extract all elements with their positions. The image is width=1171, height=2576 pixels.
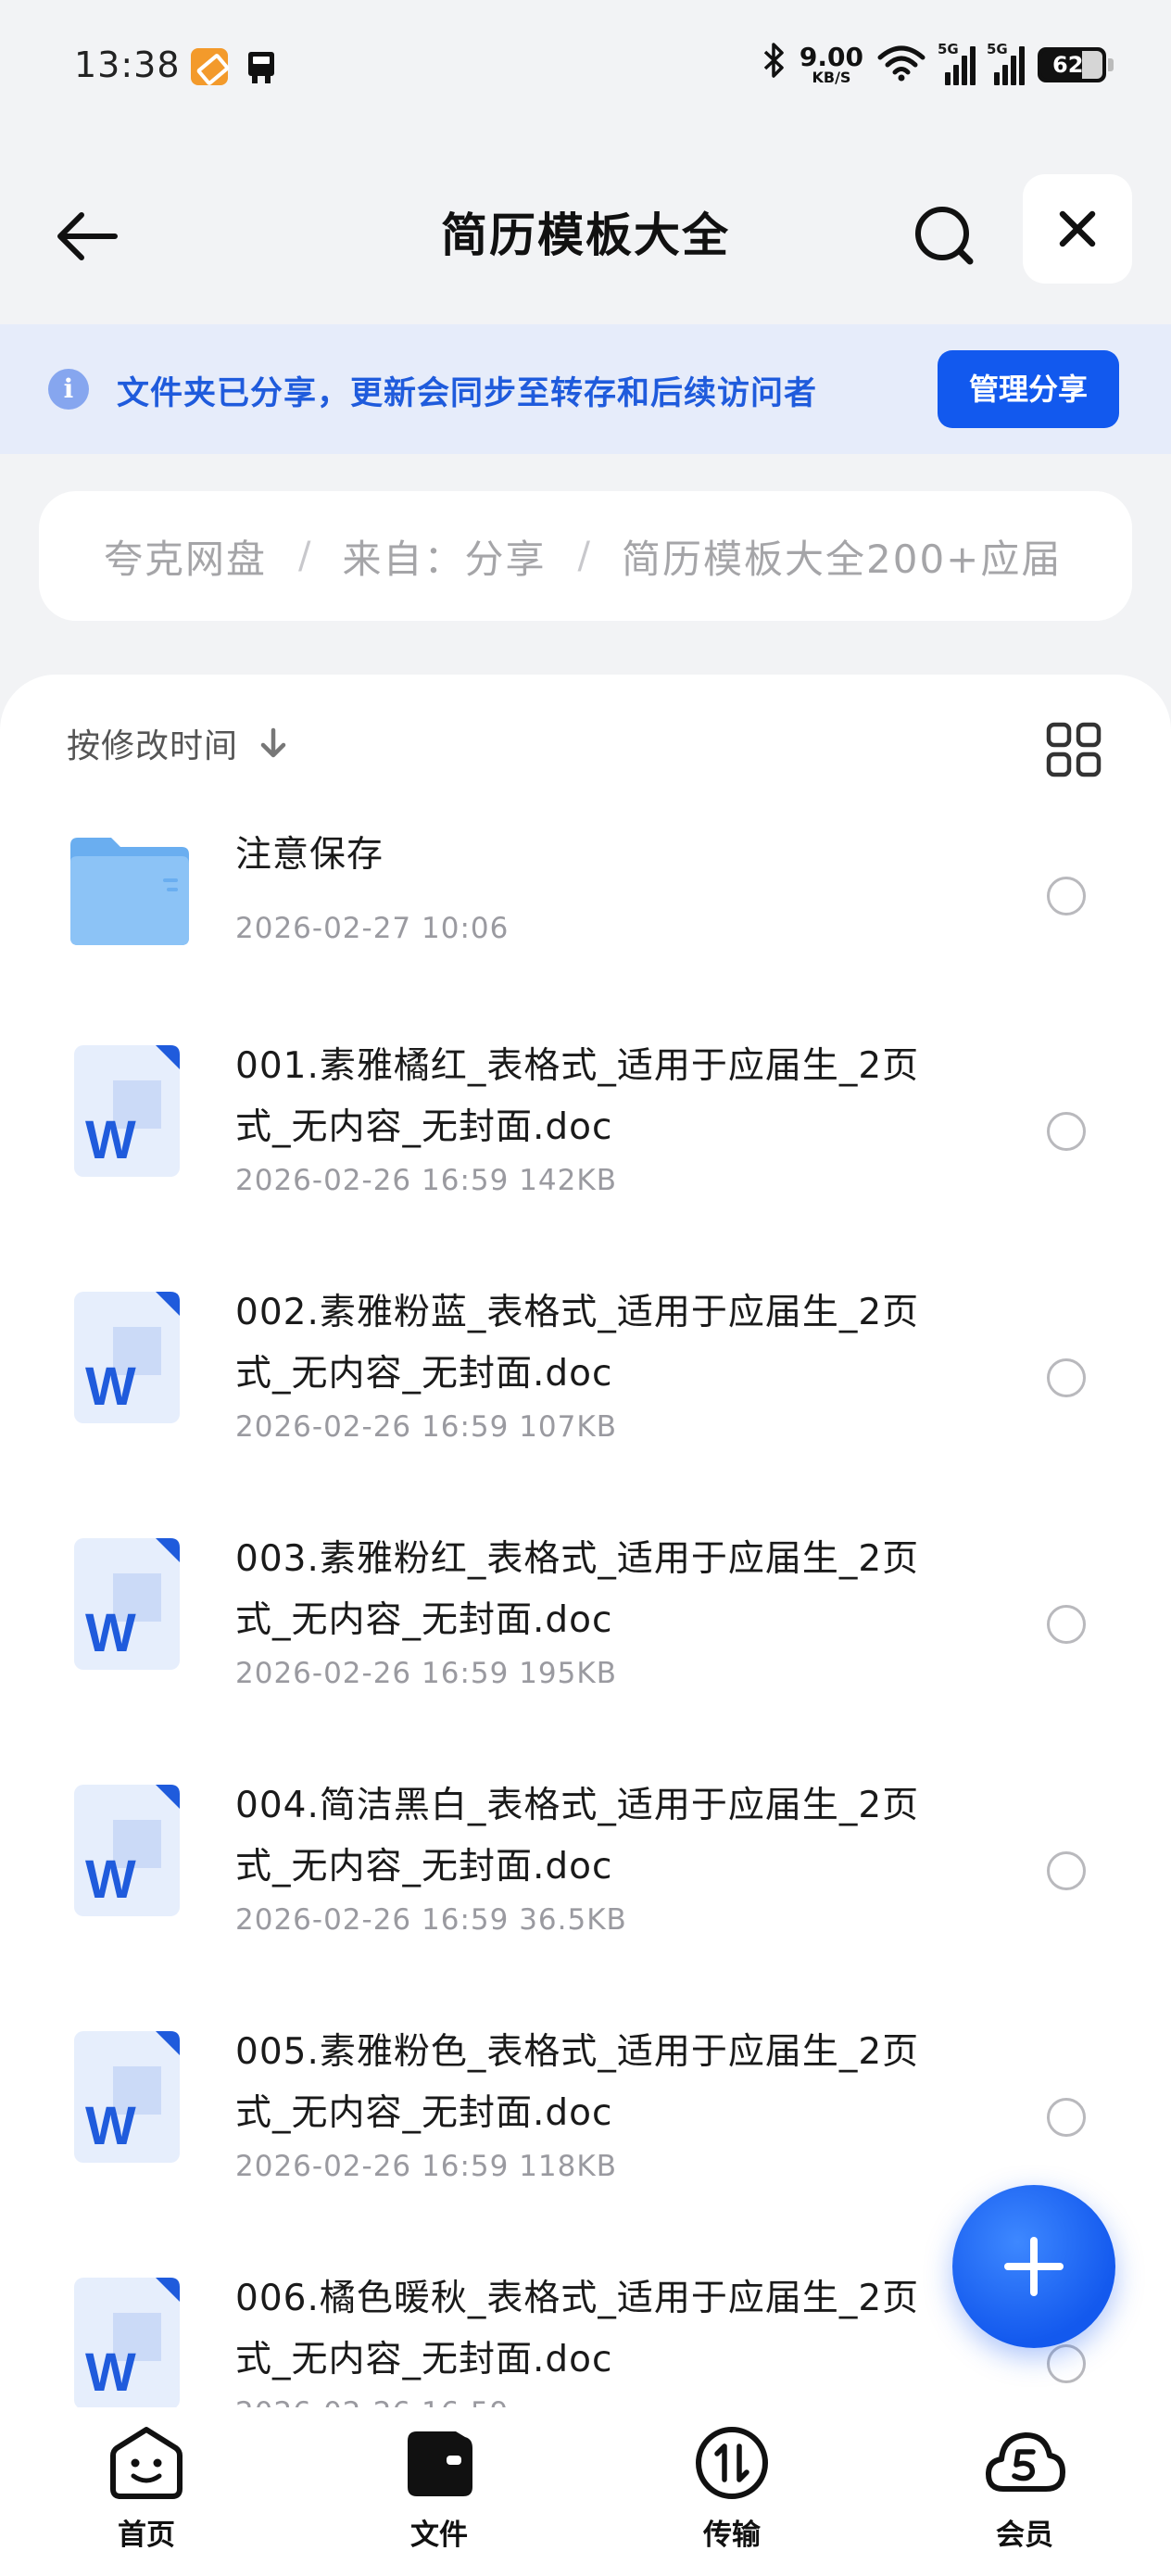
- file-meta: 2026-02-26 16:59 107KB: [235, 1410, 617, 1444]
- word-doc-icon: W: [70, 2031, 183, 2166]
- breadcrumb-item-shared[interactable]: 来自：分享: [343, 528, 547, 585]
- wallet-file-icon: [408, 2431, 472, 2496]
- folder-icon: [70, 838, 189, 949]
- net-speed-value: 9.00: [799, 42, 863, 72]
- status-bar: 13:38 9.00 KB/S 5G 5G 62: [0, 0, 1171, 139]
- svg-text:W: W: [85, 2342, 136, 2403]
- add-button[interactable]: [952, 2185, 1115, 2348]
- list-item[interactable]: W 004.简洁黑白_表格式_适用于应届生_2页式_无内容_无封面.doc 20…: [0, 1755, 1171, 2001]
- transfer-icon: [696, 2427, 768, 2499]
- word-doc-icon: W: [70, 2278, 183, 2407]
- nav-item-home[interactable]: 首页: [0, 2407, 293, 2576]
- net-speed-unit: KB/S: [812, 69, 851, 86]
- device-notification-icon: [243, 50, 280, 85]
- bluetooth-icon: [762, 41, 787, 89]
- select-checkbox[interactable]: [1047, 1112, 1086, 1151]
- status-indicators: 9.00 KB/S 5G 5G 62: [762, 37, 1114, 93]
- app-notification-icon: [191, 48, 228, 85]
- grid-view-icon: [1046, 722, 1102, 777]
- breadcrumb-separator: /: [577, 535, 590, 577]
- select-checkbox[interactable]: [1047, 2098, 1086, 2137]
- info-icon: i: [48, 369, 89, 410]
- file-name: 002.素雅粉蓝_表格式_适用于应届生_2页式_无内容_无封面.doc: [235, 1292, 920, 1395]
- file-name: 005.素雅粉色_表格式_适用于应届生_2页式_无内容_无封面.doc: [235, 2031, 920, 2134]
- wifi-icon: [876, 44, 926, 85]
- grid-view-button[interactable]: [1045, 721, 1102, 778]
- battery-level: 62: [1052, 52, 1084, 78]
- file-panel: 按修改时间 注意保存 2026-02-27 10:06 W 001.素雅橘红_表…: [0, 675, 1171, 2407]
- nav-item-transfer[interactable]: 传输: [586, 2407, 878, 2576]
- svg-text:W: W: [85, 1603, 136, 1663]
- word-doc-icon: W: [70, 1538, 183, 1673]
- close-button[interactable]: [1023, 174, 1132, 284]
- search-button[interactable]: [903, 193, 987, 276]
- file-meta: 2026-02-27 10:06: [235, 912, 510, 945]
- select-checkbox[interactable]: [1047, 1605, 1086, 1644]
- nav-label: 首页: [118, 2519, 175, 2552]
- home-face-icon: [110, 2427, 183, 2499]
- word-doc-icon: W: [70, 1045, 183, 1181]
- file-name: 001.素雅橘红_表格式_适用于应届生_2页式_无内容_无封面.doc: [235, 1045, 920, 1148]
- list-item[interactable]: W 002.素雅粉蓝_表格式_适用于应届生_2页式_无内容_无封面.doc 20…: [0, 1262, 1171, 1509]
- file-name: 006.橘色暖秋_表格式_适用于应届生_2页式_无内容_无封面.doc: [235, 2278, 920, 2380]
- nav-label: 会员: [996, 2519, 1053, 2552]
- battery-icon: 62: [1038, 47, 1114, 82]
- nav-item-member[interactable]: 会员: [878, 2407, 1171, 2576]
- file-meta: 2026-02-26 16:59: [235, 2396, 509, 2407]
- breadcrumb: 夸克网盘 / 来自：分享 / 简历模板大全200+应届: [39, 491, 1132, 621]
- svg-text:W: W: [85, 1357, 136, 1417]
- page-title: 简历模板大全: [441, 208, 730, 262]
- signal-icon-2: 5G: [987, 41, 1025, 85]
- share-banner-text: 文件夹已分享，更新会同步至转存和后续访问者: [117, 375, 818, 412]
- file-meta: 2026-02-26 16:59 142KB: [235, 1164, 617, 1197]
- nav-item-files[interactable]: 文件: [293, 2407, 586, 2576]
- file-meta: 2026-02-26 16:59 36.5KB: [235, 1903, 627, 1937]
- list-item[interactable]: W 003.素雅粉红_表格式_适用于应届生_2页式_无内容_无封面.doc 20…: [0, 1509, 1171, 1755]
- file-name: 注意保存: [235, 834, 384, 876]
- close-icon: [1059, 210, 1096, 247]
- header: 简历模板大全: [0, 167, 1171, 306]
- arrow-down-icon: [260, 727, 286, 758]
- select-checkbox[interactable]: [1047, 1358, 1086, 1397]
- list-item[interactable]: 注意保存 2026-02-27 10:06: [0, 814, 1171, 1016]
- bottom-nav: 首页 文件 传输 会员: [0, 2407, 1171, 2576]
- status-time: 13:38: [74, 44, 181, 85]
- search-icon: [915, 207, 974, 265]
- sort-control[interactable]: 按修改时间: [67, 719, 292, 767]
- breadcrumb-separator: /: [298, 535, 311, 577]
- file-meta: 2026-02-26 16:59 195KB: [235, 1657, 617, 1690]
- member-cloud-icon: [986, 2432, 1065, 2492]
- nav-label: 文件: [410, 2519, 468, 2552]
- list-item[interactable]: W 001.素雅橘红_表格式_适用于应届生_2页式_无内容_无封面.doc 20…: [0, 1016, 1171, 1262]
- share-banner: i 文件夹已分享，更新会同步至转存和后续访问者 管理分享: [0, 324, 1171, 454]
- net-speed: 9.00 KB/S: [800, 44, 863, 85]
- select-checkbox[interactable]: [1047, 877, 1086, 915]
- svg-text:W: W: [85, 1850, 136, 1910]
- signal-icon-1: 5G: [938, 41, 976, 85]
- file-meta: 2026-02-26 16:59 118KB: [235, 2150, 617, 2183]
- file-list: 注意保存 2026-02-27 10:06 W 001.素雅橘红_表格式_适用于…: [0, 814, 1171, 2407]
- select-checkbox[interactable]: [1047, 2344, 1086, 2383]
- nav-label: 传输: [703, 2519, 761, 2552]
- word-doc-icon: W: [70, 1292, 183, 1427]
- sort-label: 按修改时间: [67, 727, 239, 765]
- breadcrumb-item-root[interactable]: 夸克网盘: [104, 528, 267, 585]
- file-name: 003.素雅粉红_表格式_适用于应届生_2页式_无内容_无封面.doc: [235, 1538, 920, 1641]
- manage-share-button[interactable]: 管理分享: [938, 350, 1119, 428]
- file-name: 004.简洁黑白_表格式_适用于应届生_2页式_无内容_无封面.doc: [235, 1785, 920, 1888]
- select-checkbox[interactable]: [1047, 1851, 1086, 1890]
- svg-text:W: W: [85, 1110, 136, 1170]
- breadcrumb-item-current: 简历模板大全200+应届: [622, 536, 1063, 582]
- svg-text:W: W: [85, 2096, 136, 2156]
- word-doc-icon: W: [70, 1785, 183, 1920]
